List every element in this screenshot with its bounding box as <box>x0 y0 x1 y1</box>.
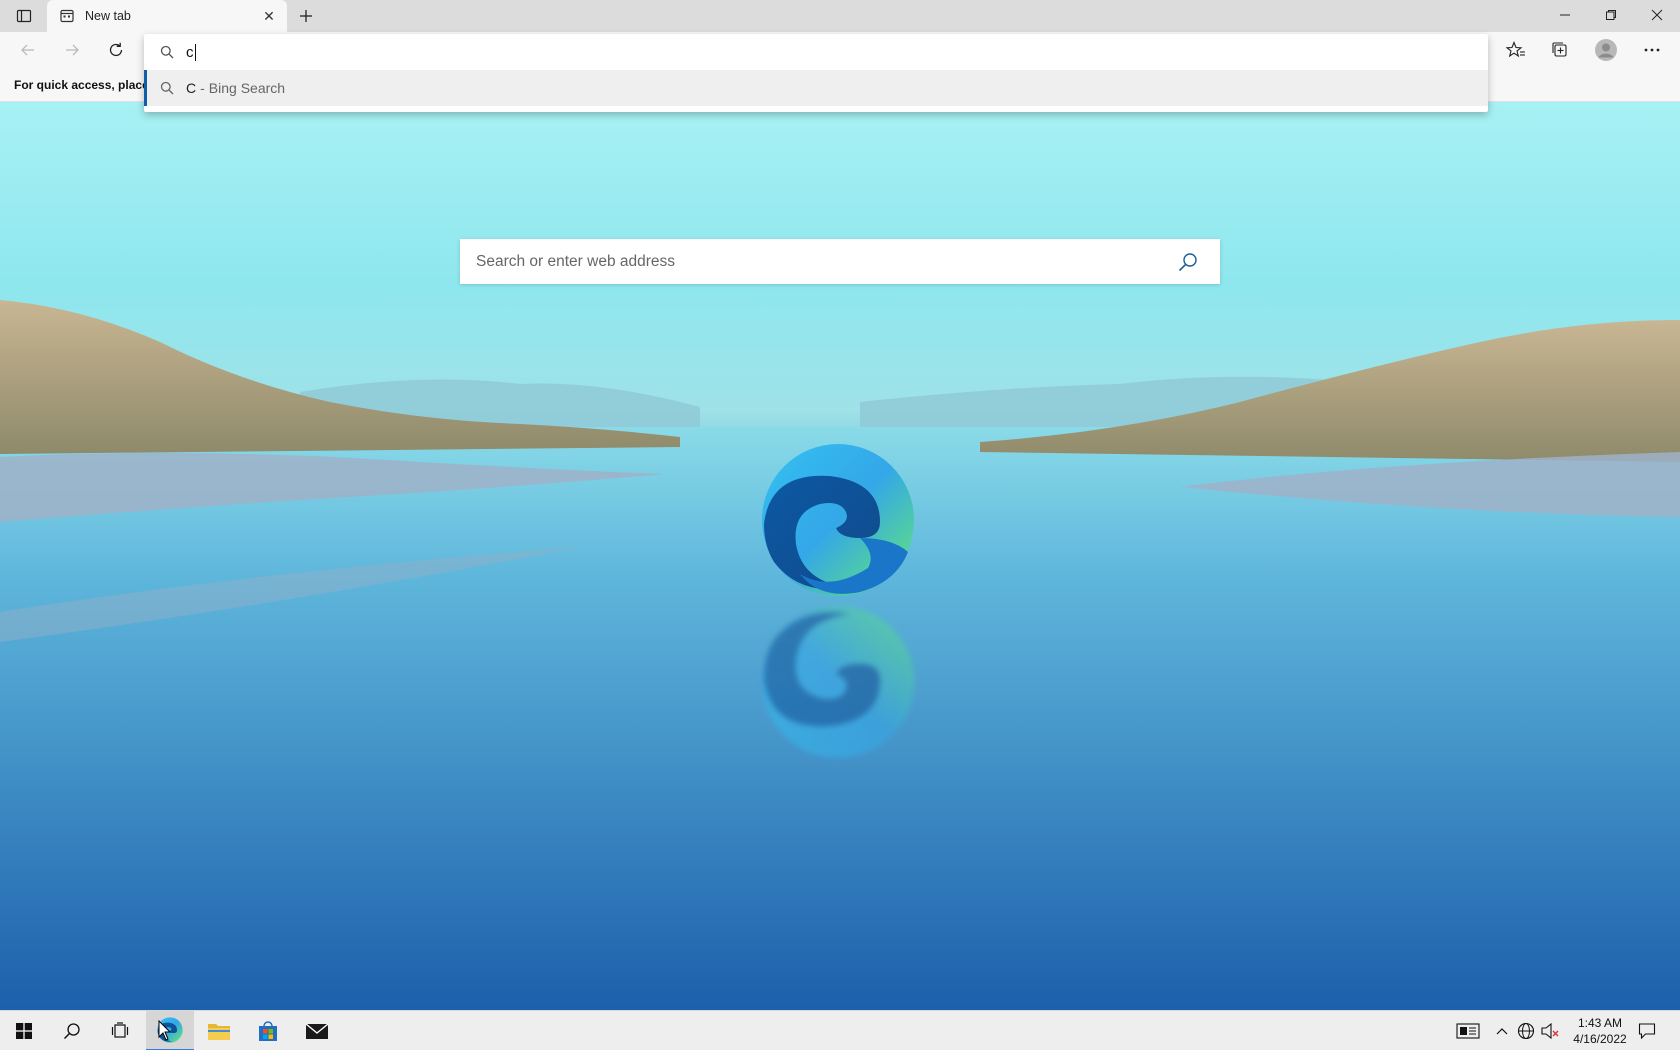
search-icon <box>158 79 176 97</box>
favorites-icon[interactable] <box>1500 36 1532 64</box>
address-bar[interactable]: c <box>144 34 1488 70</box>
new-tab-page: Search or enter web address <box>0 102 1680 1010</box>
close-icon[interactable]: ✕ <box>255 2 283 30</box>
favorites-bar-hint: For quick access, place y <box>14 78 159 92</box>
system-clock[interactable]: 1:43 AM 4/16/2022 <box>1560 1015 1640 1047</box>
page-search-placeholder: Search or enter web address <box>476 252 676 270</box>
file-explorer-icon[interactable] <box>195 1011 243 1050</box>
notification-icon[interactable] <box>1637 1021 1657 1041</box>
suggestion-separator: - <box>200 80 205 96</box>
profile-icon[interactable] <box>1590 36 1622 64</box>
tab-new-tab[interactable]: New tab ✕ <box>47 0 287 32</box>
edge-logo-icon <box>762 444 914 596</box>
text-caret <box>194 43 196 61</box>
search-icon[interactable] <box>48 1011 96 1050</box>
edge-logo-reflection <box>762 606 914 758</box>
taskbar: 1:43 AM 4/16/2022 <box>0 1010 1680 1050</box>
minimize-icon[interactable] <box>1542 0 1588 30</box>
mail-icon[interactable] <box>293 1011 341 1050</box>
tab-title: New tab <box>85 9 131 23</box>
windows-start-icon[interactable] <box>0 1011 48 1050</box>
network-icon[interactable] <box>1516 1021 1536 1041</box>
address-bar-input[interactable]: c <box>186 44 194 61</box>
collections-icon[interactable] <box>1544 36 1576 64</box>
page-search-box[interactable]: Search or enter web address <box>460 239 1220 284</box>
search-suggestion[interactable]: C - Bing Search <box>144 70 1488 106</box>
clock-time: 1:43 AM <box>1577 1016 1623 1030</box>
back-icon[interactable] <box>14 36 42 64</box>
task-view-icon[interactable] <box>96 1011 144 1050</box>
plus-icon[interactable] <box>292 4 320 28</box>
search-icon[interactable] <box>1168 242 1208 282</box>
tab-strip: New tab ✕ <box>0 0 1680 32</box>
more-icon[interactable] <box>1636 36 1668 64</box>
mouse-cursor-icon <box>158 1020 172 1041</box>
tab-actions-icon[interactable] <box>10 6 38 26</box>
chevron-up-icon[interactable] <box>1492 1021 1512 1041</box>
volume-icon[interactable] <box>1540 1021 1560 1041</box>
search-icon <box>158 43 176 61</box>
suggestion-engine: Bing Search <box>208 80 286 96</box>
clock-date: 4/16/2022 <box>1573 1032 1627 1046</box>
window-close-icon[interactable] <box>1634 0 1680 30</box>
forward-icon[interactable] <box>58 36 86 64</box>
news-icon[interactable] <box>1456 1021 1480 1041</box>
address-bar-dropdown: c C - Bing Search <box>144 34 1488 112</box>
suggestion-query: C <box>186 80 197 96</box>
new-tab-page-icon <box>59 8 75 24</box>
restore-icon[interactable] <box>1588 0 1634 30</box>
refresh-icon[interactable] <box>102 36 130 64</box>
store-icon[interactable] <box>244 1011 292 1050</box>
